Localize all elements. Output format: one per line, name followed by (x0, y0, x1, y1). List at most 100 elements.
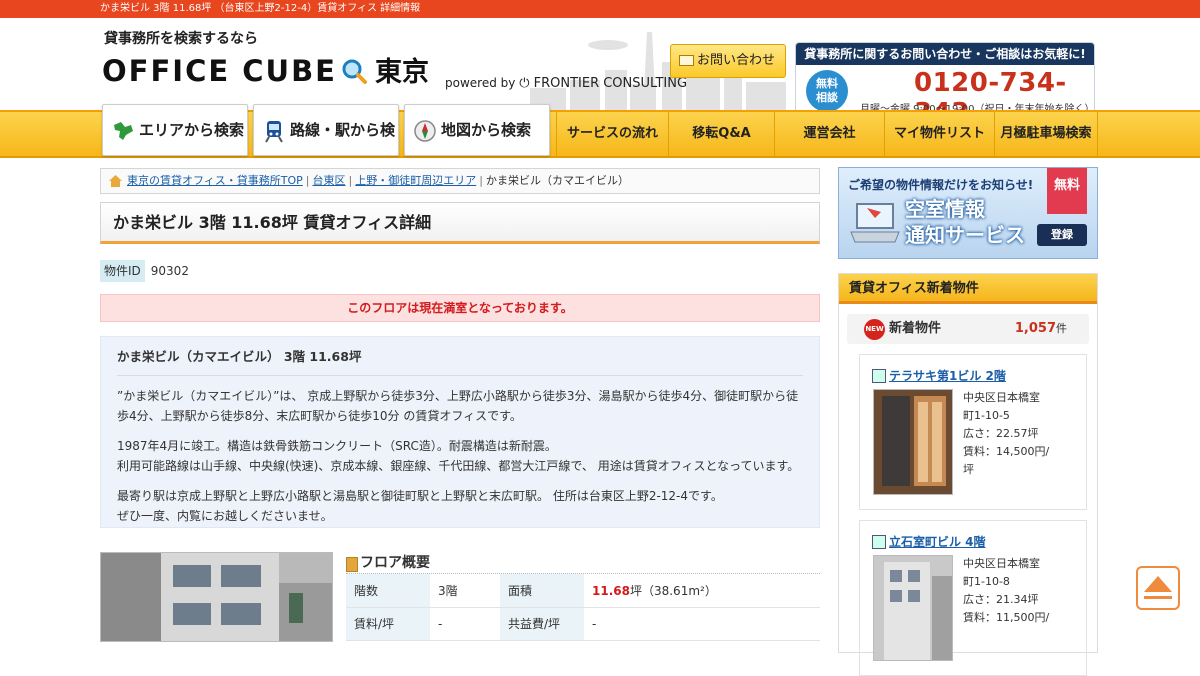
new-badge-icon: NEW (864, 319, 885, 340)
listing-address-1: 中央区日本橋室 (963, 557, 1040, 570)
listing-info: 中央区日本橋室 町1-10-5 広さ：22.57坪 賃料：14,500円/ 坪 (963, 389, 1053, 479)
new-listings-unit: 件 (1056, 322, 1067, 335)
arrow-up-icon (1144, 576, 1172, 599)
banner-title: 空室情報 通知サービス (905, 196, 1025, 248)
nav-item-parking[interactable]: 月極駐車場検索 (994, 112, 1098, 156)
building-photo-image (101, 553, 332, 641)
property-id-label: 物件ID (100, 260, 145, 282)
floors-label: 階数 (346, 574, 430, 608)
floors-value: 3階 (430, 574, 500, 608)
listing-title[interactable]: 立石室町ビル 4階 (872, 533, 986, 550)
contact-heading: 貸事務所に関するお問い合わせ・ご相談はお気軽に! (796, 43, 1094, 65)
full-occupancy-notice: このフロアは現在満室となっております。 (100, 294, 820, 322)
japan-map-icon (114, 122, 133, 140)
banner-register-button[interactable]: 登録 (1037, 224, 1087, 246)
listing-address-2: 町1-10-5 (963, 409, 1010, 422)
logo-text: OFFICE CUBE (102, 54, 337, 88)
train-icon (265, 121, 283, 143)
listing-photo-image (874, 390, 952, 494)
floor-table: 階数 3階 面積 11.68坪（38.61m²） 賃料/坪 - 共益費/坪 - (346, 574, 820, 641)
rent-label: 賃料/坪 (346, 607, 430, 641)
page-title: かま栄ビル 3階 11.68坪 賃貸オフィス詳細 (100, 202, 820, 244)
listing-address-2: 町1-10-8 (963, 575, 1010, 588)
description-stations: 最寄り駅は京成上野駅と上野広小路駅と湯島駅と御徒町駅と上野駅と末広町駅。 住所は… (117, 489, 723, 503)
description-built: 1987年4月に竣工。構造は鉄骨鉄筋コンクリート（SRC造）。耐震構造は新耐震。 (117, 439, 557, 453)
description-lines: 利用可能路線は山手線、中央線(快速)、京成本線、銀座線、千代田線、都営大江戸線で… (117, 459, 800, 473)
sidebar: ご希望の物件情報だけをお知らせ! 空室情報 通知サービス 無料 登録 賃貸オフィス… (838, 167, 1098, 676)
listing-card[interactable]: テラサキ第1ビル 2階 中央区日本橋室 町1-10-5 広さ：22.57坪 賃料… (859, 354, 1087, 510)
powered-by: powered by ⏻ FRONTIER CONSULTING (445, 76, 688, 91)
laptop-icon (850, 203, 900, 243)
main-nav: エリアから検索 路線・駅から検索 地図から検索 サービスの流れ 移転Q&A 運営… (0, 104, 1200, 189)
description-box: かま栄ビル（カマエイビル） 3階 11.68坪 ”かま栄ビル（カマエイビル）”は… (100, 336, 820, 528)
listing-card[interactable]: 立石室町ビル 4階 中央区日本橋室 町1-10-8 広さ：21.34坪 賃料：1… (859, 520, 1087, 676)
nav-route-search[interactable]: 路線・駅から検索 (253, 104, 399, 189)
banner-free-badge: 無料 (1047, 168, 1087, 214)
listing-area: 広さ：21.34坪 (963, 593, 1039, 606)
listing-address-1: 中央区日本橋室 (963, 391, 1040, 404)
rent-value: - (430, 607, 500, 641)
table-row: 賃料/坪 - 共益費/坪 - (346, 607, 820, 641)
banner-title-line1: 空室情報 (905, 197, 985, 221)
powered-by-label: powered by (445, 76, 516, 90)
listing-photo[interactable] (873, 555, 953, 661)
site-logo[interactable]: OFFICE CUBE 東京 (102, 50, 429, 89)
floor-overview-heading: フロア概要 (346, 552, 820, 574)
new-listings-label: 新着物件 (889, 321, 942, 336)
nav-item-my-list[interactable]: マイ物件リスト (884, 112, 994, 156)
contact-box: 貸事務所に関するお問い合わせ・ご相談はお気軽に! 無料相談 0120-734-3… (795, 42, 1095, 128)
nav-item-service-flow[interactable]: サービスの流れ (556, 112, 668, 156)
property-id-value: 90302 (150, 264, 189, 278)
nav-area-search[interactable]: エリアから検索 (102, 104, 248, 156)
breadcrumb-link-ward[interactable]: 台東区 (313, 174, 346, 187)
envelope-icon (679, 55, 694, 66)
nav-item-company[interactable]: 運営会社 (774, 112, 884, 156)
listing-photo[interactable] (873, 389, 953, 495)
nav-item-qa[interactable]: 移転Q&A (668, 112, 774, 156)
new-listings-heading: 賃貸オフィス新着物件 (839, 274, 1097, 304)
free-badge-line2: 相談 (816, 91, 838, 104)
area-label: 面積 (500, 574, 584, 608)
magnifier-icon (342, 59, 367, 84)
inquiry-button[interactable]: お問い合わせ (670, 44, 786, 78)
listing-rent: 賃料：11,500円/ (963, 611, 1050, 624)
description-access: ”かま栄ビル（カマエイビル）”は、 京成上野駅から徒歩3分、上野広小路駅から徒歩… (117, 389, 799, 423)
property-id: 物件ID 90302 (100, 260, 820, 282)
home-icon (109, 175, 122, 187)
area-value: 11.68坪（38.61m²） (584, 574, 820, 608)
new-listings-number: 1,057件 (1014, 321, 1067, 336)
breadcrumb-current: かま栄ビル（カマエイビル） (485, 174, 629, 187)
breadcrumb: 東京の賃貸オフィス・貸事務所TOP | 台東区 | 上野・御徒町周辺エリア | かま栄ビル（… (100, 168, 820, 194)
nav-area-label: エリアから検索 (139, 121, 245, 139)
top-bar: かま栄ビル 3階 11.68坪 （台東区上野2-12-4）賃貸オフィス 詳細情報 (0, 0, 1200, 18)
listing-rent: 賃料：14,500円/ (963, 445, 1050, 458)
free-badge-line1: 無料 (816, 77, 838, 90)
main-content: 東京の賃貸オフィス・貸事務所TOP | 台東区 | 上野・御徒町周辺エリア | かま栄ビル（… (100, 168, 820, 528)
listing-title[interactable]: テラサキ第1ビル 2階 (872, 367, 1006, 384)
new-listings-box: 賃貸オフィス新着物件 NEW 新着物件 1,057件 テラサキ第1ビル 2階 中… (838, 273, 1098, 676)
header: 貸事務所を検索するなら OFFICE CUBE 東京 powered by ⏻ F… (0, 18, 1200, 128)
back-to-top-button[interactable] (1136, 566, 1180, 610)
table-row: 階数 3階 面積 11.68坪（38.61m²） (346, 574, 820, 608)
nav-map-search[interactable]: 地図から検索 (404, 104, 550, 156)
free-consult-badge: 無料 相談 (806, 70, 848, 112)
breadcrumb-link-top[interactable]: 東京の賃貸オフィス・貸事務所TOP (127, 174, 303, 187)
description-closing: 最寄り駅は京成上野駅と上野広小路駅と湯島駅と御徒町駅と上野駅と末広町駅。 住所は… (117, 486, 803, 526)
building-photo[interactable] (100, 552, 333, 642)
tagline: 貸事務所を検索するなら (104, 31, 258, 47)
listing-rent-unit: 坪 (963, 463, 974, 476)
listing-photo-image (874, 556, 952, 660)
floor-overview: フロア概要 階数 3階 面積 11.68坪（38.61m²） 賃料/坪 - 共益… (346, 552, 820, 641)
nav-map-label: 地図から検索 (441, 121, 532, 139)
description-title: かま栄ビル（カマエイビル） 3階 11.68坪 (117, 347, 803, 376)
common-fee-value: - (584, 607, 820, 641)
company-name: FRONTIER CONSULTING (533, 76, 688, 91)
compass-icon (414, 120, 436, 142)
breadcrumb-link-area[interactable]: 上野・御徒町周辺エリア (355, 174, 476, 187)
new-listings-count[interactable]: NEW 新着物件 1,057件 (847, 314, 1089, 344)
area-detail: 坪（38.61m²） (629, 583, 717, 598)
listing-info: 中央区日本橋室 町1-10-8 広さ：21.34坪 賃料：11,500円/ (963, 555, 1053, 627)
description-build: 1987年4月に竣工。構造は鉄骨鉄筋コンクリート（SRC造）。耐震構造は新耐震。… (117, 436, 803, 476)
logo-city: 東京 (375, 57, 429, 88)
vacancy-notice-banner[interactable]: ご希望の物件情報だけをお知らせ! 空室情報 通知サービス 無料 登録 (838, 167, 1098, 259)
